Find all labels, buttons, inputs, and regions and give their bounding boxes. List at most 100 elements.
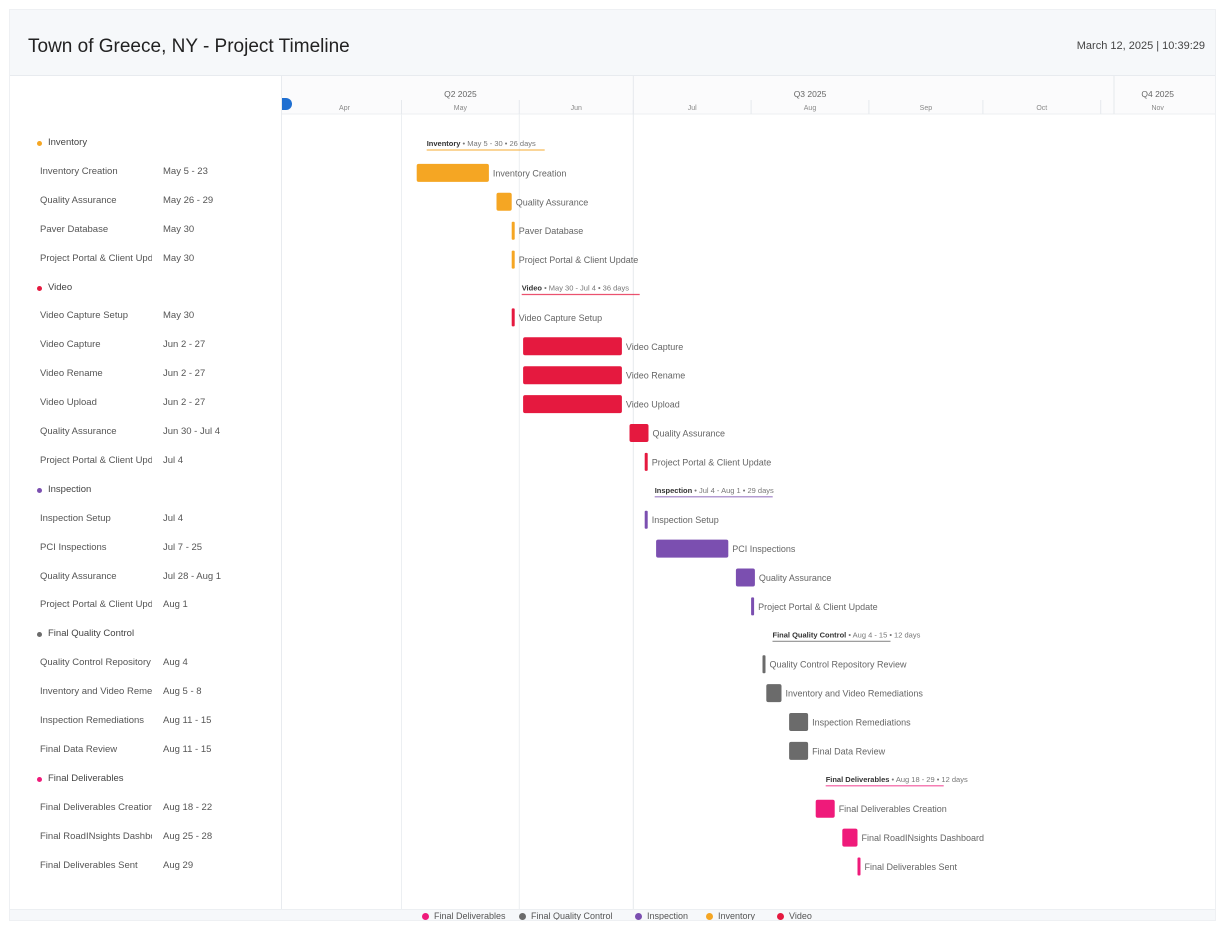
task-row[interactable]: Quality Control Repository Aug 4 bbox=[10, 653, 282, 673]
task-bar[interactable] bbox=[496, 192, 512, 211]
task-row[interactable]: Video Rename Jun 2 - 27 bbox=[10, 364, 282, 384]
task-bar[interactable] bbox=[523, 337, 622, 356]
month-label: Apr bbox=[339, 105, 351, 112]
timeline-window: Town of Greece, NY - Project Timeline Ma… bbox=[9, 9, 1216, 921]
legend-item-inspection[interactable]: Inspection bbox=[635, 911, 688, 920]
group-summary-title: Final Quality Control bbox=[773, 630, 847, 639]
task-row[interactable]: Final RoadINsights Dashbo Aug 25 - 28 bbox=[10, 827, 282, 847]
group-name: Final Deliverables bbox=[48, 772, 124, 784]
task-name: Project Portal & Client Upd bbox=[40, 454, 152, 466]
task-date: Aug 11 - 15 bbox=[163, 715, 212, 726]
timeline-header-bg bbox=[282, 76, 1215, 114]
group-name: Inventory bbox=[48, 137, 88, 148]
legend: Final Deliverables Final Quality Control I… bbox=[10, 909, 1215, 921]
task-bar[interactable] bbox=[644, 452, 648, 471]
task-bar[interactable] bbox=[511, 221, 515, 240]
legend-item-inventory[interactable]: Inventory bbox=[706, 911, 756, 921]
task-name: Final Deliverables Creation bbox=[40, 801, 152, 813]
task-date: Jul 4 bbox=[163, 512, 184, 524]
task-bar[interactable] bbox=[789, 713, 809, 731]
group-summary-label: Final Quality Control • Aug 4 - 15 • 12 … bbox=[773, 630, 921, 639]
task-name: Inspection Setup bbox=[40, 512, 111, 524]
legend-dot-icon bbox=[635, 913, 642, 920]
legend-item-final-quality-control[interactable]: Final Quality Control bbox=[519, 911, 613, 920]
task-bar-label: Project Portal & Client Update bbox=[758, 602, 878, 612]
group-row-final-quality-control[interactable]: Final Quality Control bbox=[10, 624, 282, 644]
task-row[interactable]: Final Data Review Aug 11 - 15 bbox=[10, 740, 282, 760]
task-row[interactable]: Video Capture Jun 2 - 27 bbox=[10, 335, 282, 355]
gantt-chart[interactable]: Apr May Jun Jul Aug Sep Oct Nov Q2 2025 Q3 2025 Q4… bbox=[282, 76, 1215, 909]
task-name: PCI Inspections bbox=[40, 541, 107, 553]
task-row[interactable]: Project Portal & Client Upd Jul 4 bbox=[10, 451, 282, 471]
legend-item-video[interactable]: Video bbox=[777, 911, 812, 921]
legend-label: Video bbox=[789, 911, 812, 921]
task-name: Quality Control Repository bbox=[40, 657, 151, 669]
quarter-label: Q3 2025 bbox=[794, 89, 827, 99]
task-row[interactable]: Project Portal & Client Upd Aug 1 bbox=[10, 595, 282, 615]
task-bar[interactable] bbox=[751, 597, 755, 616]
task-row[interactable]: Inventory and Video Reme Aug 5 - 8 bbox=[10, 682, 282, 702]
task-bar-label: Quality Assurance bbox=[653, 429, 726, 439]
task-bar-label: Quality Control Repository Review bbox=[770, 660, 908, 670]
task-row[interactable]: Final Deliverables Sent Aug 29 bbox=[10, 856, 282, 876]
task-bar[interactable] bbox=[416, 163, 489, 182]
task-row[interactable]: Quality Assurance Jul 28 - Aug 1 bbox=[10, 567, 282, 587]
task-list: Inventory Inventory Creation May 5 - 23 Qua… bbox=[10, 76, 282, 909]
group-summary-label: Video • May 30 - Jul 4 • 36 days bbox=[522, 284, 630, 293]
task-row[interactable]: Inventory Creation May 5 - 23 bbox=[10, 162, 282, 182]
group-row-inventory[interactable]: Inventory bbox=[10, 133, 282, 153]
group-row-video[interactable]: Video bbox=[10, 278, 282, 298]
task-bar[interactable] bbox=[629, 424, 649, 442]
legend-label: Inventory bbox=[718, 911, 756, 921]
group-row-inspection[interactable]: Inspection bbox=[10, 480, 282, 500]
timestamp: March 12, 2025 | 10:39:29 bbox=[1076, 40, 1205, 52]
task-date: May 30 bbox=[163, 223, 195, 235]
group-dot-icon bbox=[37, 632, 42, 638]
task-bar[interactable] bbox=[789, 741, 809, 760]
task-bar[interactable] bbox=[523, 366, 622, 385]
task-row[interactable]: Paver Database May 30 bbox=[10, 220, 282, 240]
month-label: Nov bbox=[1151, 105, 1164, 112]
task-bar[interactable] bbox=[815, 799, 835, 818]
task-bar-label: Final RoadINsights Dashboard bbox=[862, 833, 985, 843]
task-name: Final Data Review bbox=[40, 743, 118, 755]
task-row[interactable]: PCI Inspections Jul 7 - 25 bbox=[10, 538, 282, 558]
task-bar[interactable] bbox=[842, 828, 858, 847]
task-bar-label: Final Deliverables Creation bbox=[839, 804, 947, 814]
task-bar[interactable] bbox=[735, 568, 755, 587]
task-row[interactable]: Final Deliverables Creation Aug 18 - 22 bbox=[10, 798, 282, 818]
task-row[interactable]: Quality Assurance May 26 - 29 bbox=[10, 191, 282, 211]
legend-item-final-deliverables[interactable]: Final Deliverables bbox=[422, 911, 506, 920]
task-bar-label: Inventory Creation bbox=[493, 168, 567, 178]
task-bar[interactable] bbox=[523, 395, 622, 414]
task-bar-label: Final Data Review bbox=[812, 746, 886, 756]
task-bar-label: Inspection Setup bbox=[652, 515, 719, 525]
group-row-final-deliverables[interactable]: Final Deliverables bbox=[10, 769, 282, 789]
task-row[interactable]: Quality Assurance Jun 30 - Jul 4 bbox=[10, 422, 282, 442]
task-date: May 30 bbox=[163, 252, 195, 264]
task-name: Inventory Creation bbox=[40, 165, 118, 177]
group-dot-icon bbox=[37, 141, 42, 146]
task-bar-label: Video Capture bbox=[626, 342, 683, 352]
task-date: Aug 1 bbox=[163, 599, 188, 611]
task-bar-label: Quality Assurance bbox=[516, 197, 589, 207]
group-dot-icon bbox=[37, 285, 42, 291]
task-bar[interactable] bbox=[762, 655, 766, 674]
task-bar[interactable] bbox=[644, 510, 648, 529]
task-bar[interactable] bbox=[766, 684, 782, 703]
task-row[interactable]: Project Portal & Client Upd May 30 bbox=[10, 249, 282, 269]
task-bar[interactable] bbox=[511, 250, 515, 269]
task-bar[interactable] bbox=[511, 308, 515, 327]
task-bar[interactable] bbox=[656, 539, 729, 558]
task-row[interactable]: Inspection Remediations Aug 11 - 15 bbox=[10, 711, 282, 731]
task-bar-label: Project Portal & Client Update bbox=[519, 255, 639, 265]
task-date: Jun 30 - Jul 4 bbox=[163, 426, 221, 437]
task-row[interactable]: Video Upload Jun 2 - 27 bbox=[10, 393, 282, 413]
month-label: Jul bbox=[688, 105, 697, 112]
task-row[interactable]: Video Capture Setup May 30 bbox=[10, 306, 282, 326]
legend-dot-icon bbox=[706, 913, 713, 920]
task-date: Jul 7 - 25 bbox=[163, 541, 203, 553]
task-bar[interactable] bbox=[857, 857, 861, 876]
task-row[interactable]: Inspection Setup Jul 4 bbox=[10, 509, 282, 529]
task-bar-label: Quality Assurance bbox=[759, 573, 832, 583]
